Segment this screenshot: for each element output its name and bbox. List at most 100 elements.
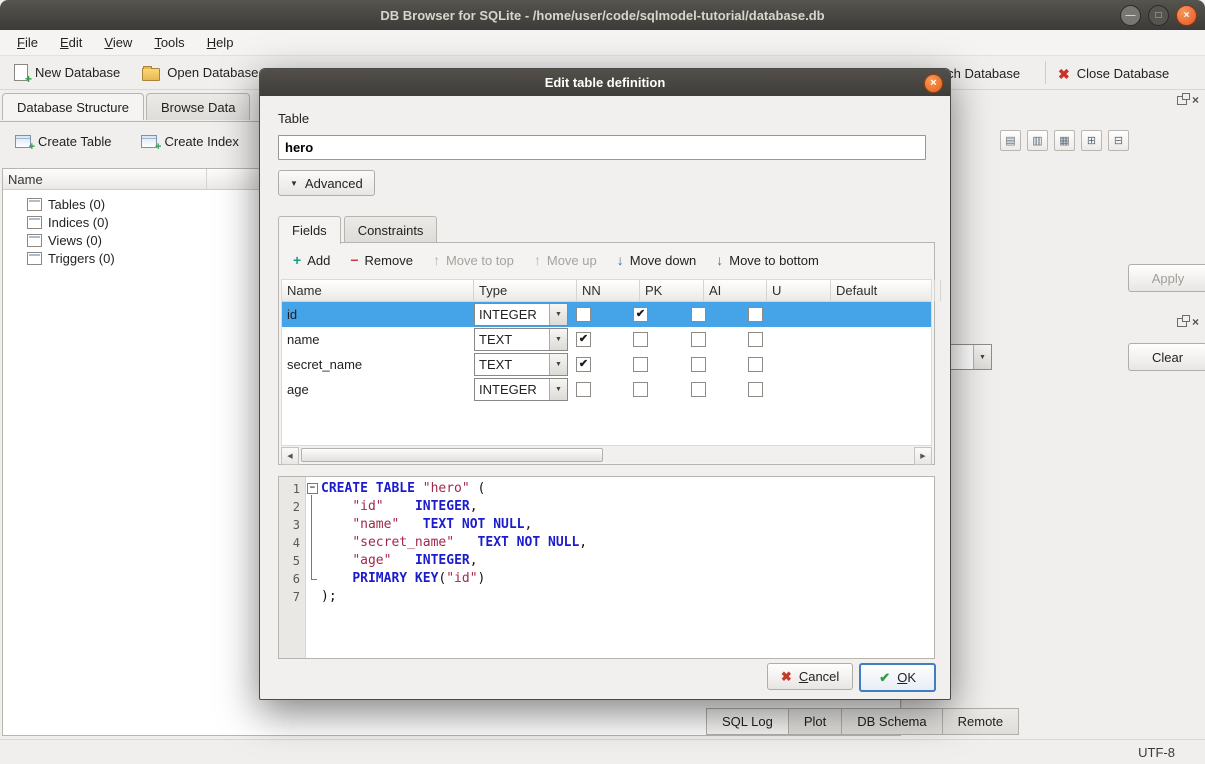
- nn-checkbox[interactable]: ✔: [576, 357, 591, 372]
- create-index-button[interactable]: + Create Index: [134, 129, 245, 154]
- type-combo[interactable]: TEXT ▼: [474, 353, 568, 376]
- dock-toolbar-icon[interactable]: ▦: [1054, 130, 1075, 151]
- nn-checkbox[interactable]: [576, 307, 591, 322]
- header-pk[interactable]: PK: [640, 280, 704, 301]
- horizontal-scrollbar[interactable]: ◀ ▶: [281, 447, 932, 463]
- scrollbar-track[interactable]: [299, 447, 914, 463]
- check-cell[interactable]: [898, 377, 931, 402]
- field-name-cell[interactable]: secret_name: [282, 352, 473, 377]
- header-type[interactable]: Type: [474, 280, 577, 301]
- tab-plot[interactable]: Plot: [788, 708, 842, 735]
- ai-checkbox[interactable]: [691, 307, 706, 322]
- chevron-down-icon[interactable]: ▼: [549, 329, 567, 350]
- open-database-button[interactable]: Open Database: [136, 61, 264, 85]
- apply-button[interactable]: Apply: [1128, 264, 1205, 292]
- chevron-down-icon[interactable]: ▼: [549, 304, 567, 325]
- header-ai[interactable]: AI: [704, 280, 767, 301]
- u-checkbox[interactable]: [748, 382, 763, 397]
- header-default[interactable]: Default: [831, 280, 935, 301]
- tab-fields[interactable]: Fields: [278, 216, 341, 244]
- dock-toolbar-icon[interactable]: ⊞: [1081, 130, 1102, 151]
- pk-checkbox[interactable]: [633, 332, 648, 347]
- header-nn[interactable]: NN: [577, 280, 640, 301]
- check-cell[interactable]: [898, 302, 931, 327]
- dialog-close-button[interactable]: ×: [924, 74, 943, 93]
- ok-button[interactable]: ✔ OK: [859, 663, 936, 692]
- field-row[interactable]: age INTEGER ▼: [282, 377, 931, 402]
- encoding-indicator[interactable]: UTF-8: [1138, 745, 1175, 760]
- tab-sql-log[interactable]: SQL Log: [706, 708, 789, 735]
- pk-checkbox[interactable]: ✔: [633, 307, 648, 322]
- tab-database-structure[interactable]: Database Structure: [2, 93, 144, 120]
- move-up-button[interactable]: ↑ Move up: [534, 253, 597, 268]
- new-database-button[interactable]: + New Database: [8, 60, 126, 85]
- field-row[interactable]: secret_name TEXT ▼ ✔: [282, 352, 931, 377]
- ai-checkbox[interactable]: [691, 382, 706, 397]
- type-combo[interactable]: INTEGER ▼: [474, 378, 568, 401]
- close-database-button[interactable]: ✖ Close Database: [1052, 62, 1175, 85]
- advanced-toggle-button[interactable]: ▼ Advanced: [278, 170, 375, 196]
- maximize-button[interactable]: □: [1148, 5, 1169, 26]
- field-name-cell[interactable]: name: [282, 327, 473, 352]
- default-cell[interactable]: [800, 377, 898, 402]
- tab-remote[interactable]: Remote: [942, 708, 1020, 735]
- add-field-button[interactable]: + Add: [293, 253, 330, 268]
- scrollbar-thumb[interactable]: [301, 448, 603, 462]
- dock-close-icon[interactable]: ×: [1192, 317, 1199, 327]
- check-cell[interactable]: [898, 327, 931, 352]
- table-name-input[interactable]: [278, 135, 926, 160]
- tree-column-separator[interactable]: [206, 169, 207, 189]
- cancel-button[interactable]: ✖ Cancel: [767, 663, 853, 690]
- menu-view[interactable]: View: [95, 32, 141, 53]
- scroll-left-icon[interactable]: ◀: [281, 447, 299, 465]
- menu-file[interactable]: File: [8, 32, 47, 53]
- dock-close-icon[interactable]: ×: [1192, 95, 1199, 105]
- default-cell[interactable]: [800, 352, 898, 377]
- menu-help[interactable]: Help: [198, 32, 243, 53]
- field-row[interactable]: name TEXT ▼ ✔: [282, 327, 931, 352]
- dock-toolbar-icon[interactable]: ▤: [1000, 130, 1021, 151]
- chevron-down-icon[interactable]: ▼: [549, 354, 567, 375]
- move-to-top-button[interactable]: ↑ Move to top: [433, 253, 514, 268]
- type-combo[interactable]: INTEGER ▼: [474, 303, 568, 326]
- chevron-down-icon[interactable]: ▼: [549, 379, 567, 400]
- dialog-titlebar[interactable]: Edit table definition ×: [260, 69, 950, 96]
- ai-checkbox[interactable]: [691, 332, 706, 347]
- pk-checkbox[interactable]: [633, 382, 648, 397]
- sql-preview[interactable]: 1−CREATE TABLE "hero" (2 "id" INTEGER,3 …: [278, 476, 935, 659]
- move-down-button[interactable]: ↓ Move down: [617, 253, 696, 268]
- dock-float-icon[interactable]: [1177, 96, 1187, 105]
- ai-checkbox[interactable]: [691, 357, 706, 372]
- dock-toolbar-icon[interactable]: ▥: [1027, 130, 1048, 151]
- dock-toolbar-icon[interactable]: ⊟: [1108, 130, 1129, 151]
- default-cell[interactable]: [800, 327, 898, 352]
- dock-float-icon[interactable]: [1177, 318, 1187, 327]
- pk-checkbox[interactable]: [633, 357, 648, 372]
- nn-checkbox[interactable]: [576, 382, 591, 397]
- minimize-button[interactable]: —: [1120, 5, 1141, 26]
- fold-toggle-icon[interactable]: −: [305, 480, 321, 498]
- tab-constraints[interactable]: Constraints: [344, 216, 438, 243]
- create-table-button[interactable]: + Create Table: [8, 129, 118, 154]
- u-checkbox[interactable]: [748, 332, 763, 347]
- tab-db-schema[interactable]: DB Schema: [841, 708, 942, 735]
- header-check[interactable]: Check: [935, 280, 941, 301]
- header-name[interactable]: Name: [282, 280, 474, 301]
- clear-button[interactable]: Clear: [1128, 343, 1205, 371]
- type-combo[interactable]: TEXT ▼: [474, 328, 568, 351]
- chevron-down-icon[interactable]: ▼: [973, 345, 991, 369]
- u-checkbox[interactable]: [748, 307, 763, 322]
- check-cell[interactable]: [898, 352, 931, 377]
- window-titlebar[interactable]: DB Browser for SQLite - /home/user/code/…: [0, 0, 1205, 30]
- move-to-bottom-button[interactable]: ↓ Move to bottom: [716, 253, 819, 268]
- header-u[interactable]: U: [767, 280, 831, 301]
- menu-tools[interactable]: Tools: [145, 32, 193, 53]
- field-name-cell[interactable]: id: [282, 302, 473, 327]
- u-checkbox[interactable]: [748, 357, 763, 372]
- close-button[interactable]: ×: [1176, 5, 1197, 26]
- scroll-right-icon[interactable]: ▶: [914, 447, 932, 465]
- field-row[interactable]: id INTEGER ▼ ✔: [282, 302, 931, 327]
- remove-field-button[interactable]: − Remove: [350, 253, 413, 268]
- nn-checkbox[interactable]: ✔: [576, 332, 591, 347]
- tab-browse-data[interactable]: Browse Data: [146, 93, 250, 120]
